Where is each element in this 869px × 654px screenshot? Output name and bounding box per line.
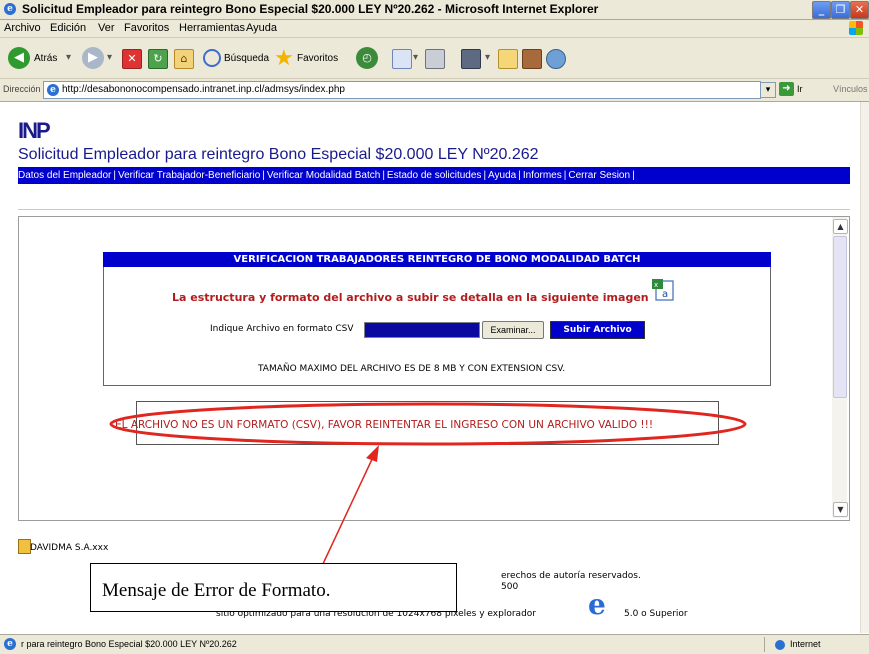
discuss-icon[interactable] — [498, 49, 518, 69]
favorites-star-icon[interactable]: ★ — [274, 46, 294, 71]
nav-verificar-batch[interactable]: Verificar Modalidad Batch — [267, 170, 380, 181]
company-name: DAVIDMA S.A.xxx — [30, 543, 109, 553]
windows-logo-icon — [849, 21, 863, 35]
nav-cerrar-sesion[interactable]: Cerrar Sesion — [568, 170, 630, 181]
nav-bar: Datos del Empleador | Verificar Trabajador… — [18, 167, 850, 184]
restore-button[interactable]: ❐ — [831, 1, 850, 19]
max-size-note: TAMAÑO MAXIMO DEL ARCHIVO ES DE 8 MB Y C… — [258, 364, 566, 374]
mail-icon[interactable] — [392, 49, 412, 69]
browser-toolbar: ◀ Atrás ▾ ▶ ▾ ✕ ↻ ⌂ Búsqueda ★ Favoritos… — [0, 38, 869, 79]
csv-file-icon[interactable]: x a — [651, 278, 675, 302]
batch-subheading: La estructura y formato del archivo a su… — [172, 291, 649, 304]
rights-text: erechos de autoría reservados. — [501, 571, 641, 581]
edit-icon[interactable] — [461, 49, 481, 69]
window-title: Solicitud Empleador para reintegro Bono … — [22, 2, 599, 16]
back-button-label[interactable]: Atrás — [34, 53, 57, 64]
links-label[interactable]: Vínculos — [833, 84, 868, 94]
address-dropdown-icon[interactable]: ▾ — [760, 82, 776, 98]
status-page-icon: e — [4, 638, 16, 650]
scroll-up-icon[interactable]: ▲ — [833, 219, 848, 234]
nav-verificar-trabajador[interactable]: Verificar Trabajador-Beneficiario — [118, 170, 260, 181]
phone-text: 500 — [501, 582, 519, 592]
address-label: Dirección — [3, 84, 41, 94]
forward-dropdown-icon[interactable]: ▾ — [107, 52, 112, 63]
address-url[interactable]: http://desabononocompensado.intranet.inp… — [62, 84, 345, 95]
globe-icon — [775, 640, 785, 650]
file-input[interactable] — [364, 322, 480, 338]
close-button[interactable]: ✕ — [850, 1, 869, 19]
stop-icon[interactable]: ✕ — [122, 49, 142, 69]
menu-ayuda[interactable]: Ayuda — [246, 22, 277, 34]
favorites-button-label[interactable]: Favoritos — [297, 53, 338, 64]
menu-favoritos[interactable]: Favoritos — [124, 22, 169, 34]
batch-heading: VERIFICACION TRABAJADORES REINTEGRO DE B… — [103, 252, 771, 267]
callout-text: Mensaje de Error de Formato. — [102, 580, 331, 601]
forward-arrow-icon[interactable]: ▶ — [82, 47, 104, 69]
research-icon[interactable] — [522, 49, 542, 69]
nav-separator: | — [382, 170, 385, 181]
version-text: 5.0 o Superior — [624, 609, 688, 619]
print-icon[interactable] — [425, 49, 445, 69]
divider — [18, 209, 850, 210]
browse-button[interactable]: Examinar... — [482, 321, 544, 339]
nav-separator: | — [113, 170, 116, 181]
go-button-label[interactable]: Ir — [797, 84, 803, 94]
status-text: r para reintegro Bono Especial $20.000 L… — [21, 639, 237, 649]
inp-logo: INP — [18, 118, 51, 143]
menu-edicion[interactable]: Edición — [50, 22, 86, 34]
home-icon[interactable]: ⌂ — [174, 49, 194, 69]
nav-informes[interactable]: Informes — [523, 170, 562, 181]
frame-scroll-thumb[interactable] — [833, 236, 847, 398]
address-bar: Dirección e http://desabononocompensado.… — [0, 79, 869, 102]
nav-separator: | — [632, 170, 635, 181]
callout-box: Mensaje de Error de Formato. — [90, 563, 457, 612]
address-input[interactable]: e http://desabononocompensado.intranet.i… — [43, 81, 761, 99]
nav-ayuda[interactable]: Ayuda — [488, 170, 516, 181]
history-icon[interactable]: ◴ — [356, 47, 378, 69]
title-bar: e Solicitud Empleador para reintegro Bon… — [0, 0, 869, 20]
nav-datos-empleador[interactable]: Datos del Empleador — [18, 170, 111, 181]
nav-separator: | — [518, 170, 521, 181]
edit-dropdown-icon[interactable]: ▾ — [485, 52, 490, 63]
svg-text:a: a — [662, 289, 668, 300]
refresh-icon[interactable]: ↻ — [148, 49, 168, 69]
ie-icon: e — [4, 3, 16, 15]
menu-ver[interactable]: Ver — [98, 22, 115, 34]
page-icon: e — [47, 84, 59, 96]
nav-estado-solicitudes[interactable]: Estado de solicitudes — [387, 170, 482, 181]
back-arrow-icon[interactable]: ◀ — [8, 47, 30, 69]
messenger-icon[interactable] — [546, 49, 566, 69]
upload-button[interactable]: Subir Archivo — [550, 321, 645, 339]
file-label: Indique Archivo en formato CSV — [210, 324, 354, 334]
menu-herramientas[interactable]: Herramientas — [179, 22, 245, 34]
error-message: EL ARCHIVO NO ES UN FORMATO (CSV), FAVOR… — [115, 419, 654, 431]
menu-bar: Archivo Edición Ver Favoritos Herramient… — [0, 20, 869, 38]
svg-text:x: x — [654, 281, 658, 289]
status-divider — [764, 637, 765, 652]
menu-archivo[interactable]: Archivo — [4, 22, 41, 34]
nav-separator: | — [262, 170, 265, 181]
page-scrollbar[interactable] — [860, 102, 869, 633]
search-button-label[interactable]: Búsqueda — [224, 53, 269, 64]
search-icon[interactable] — [203, 49, 221, 67]
go-arrow-icon[interactable]: ➜ — [779, 82, 794, 96]
ie-logo-icon: e — [588, 588, 606, 621]
minimize-button[interactable]: _ — [812, 1, 831, 19]
back-dropdown-icon[interactable]: ▾ — [66, 52, 71, 63]
scroll-down-icon[interactable]: ▼ — [833, 502, 848, 517]
mail-dropdown-icon[interactable]: ▾ — [413, 52, 418, 63]
status-bar: e r para reintegro Bono Especial $20.000… — [0, 634, 869, 654]
zone-text: Internet — [790, 639, 821, 649]
page-title: Solicitud Empleador para reintegro Bono … — [18, 146, 539, 163]
